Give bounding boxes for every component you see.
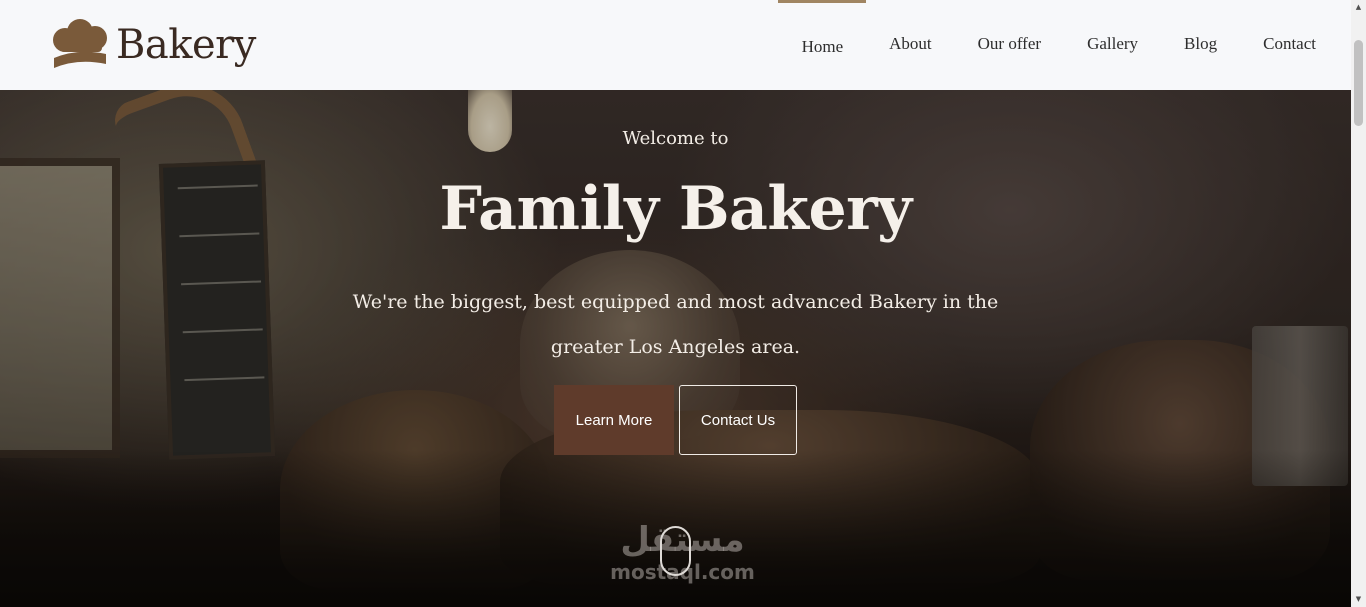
hero-section: Welcome to Family Bakery We're the bigge… bbox=[0, 90, 1351, 607]
nav-item-gallery[interactable]: Gallery bbox=[1087, 0, 1138, 54]
site-header: Bakery Home About Our offer Gallery Blog… bbox=[0, 0, 1351, 90]
learn-more-button[interactable]: Learn More bbox=[554, 385, 674, 455]
hero-subtitle: We're the biggest, best equipped and mos… bbox=[352, 291, 999, 358]
main-nav: Home About Our offer Gallery Blog Contac… bbox=[756, 0, 1316, 90]
nav-item-blog[interactable]: Blog bbox=[1184, 0, 1217, 54]
hero-title: Family Bakery bbox=[439, 174, 912, 244]
contact-us-button[interactable]: Contact Us bbox=[679, 385, 797, 455]
mouse-scroll-icon[interactable] bbox=[660, 526, 691, 576]
nav-item-home[interactable]: Home bbox=[777, 0, 866, 57]
scroll-up-icon[interactable]: ▲ bbox=[1351, 0, 1366, 15]
nav-item-contact[interactable]: Contact bbox=[1263, 0, 1316, 54]
scrollbar-thumb[interactable] bbox=[1354, 40, 1363, 126]
scroll-down-icon[interactable]: ▼ bbox=[1351, 592, 1366, 607]
nav-item-about[interactable]: About bbox=[889, 0, 932, 54]
page-scrollbar[interactable]: ▲ ▼ bbox=[1351, 0, 1366, 607]
nav-item-our-offer[interactable]: Our offer bbox=[978, 0, 1041, 54]
chef-hat-icon bbox=[53, 19, 107, 68]
page: Bakery Home About Our offer Gallery Blog… bbox=[0, 0, 1366, 607]
brand-logo[interactable]: Bakery bbox=[48, 18, 256, 72]
brand-name: Bakery bbox=[116, 22, 256, 68]
hero-welcome: Welcome to bbox=[622, 128, 729, 149]
